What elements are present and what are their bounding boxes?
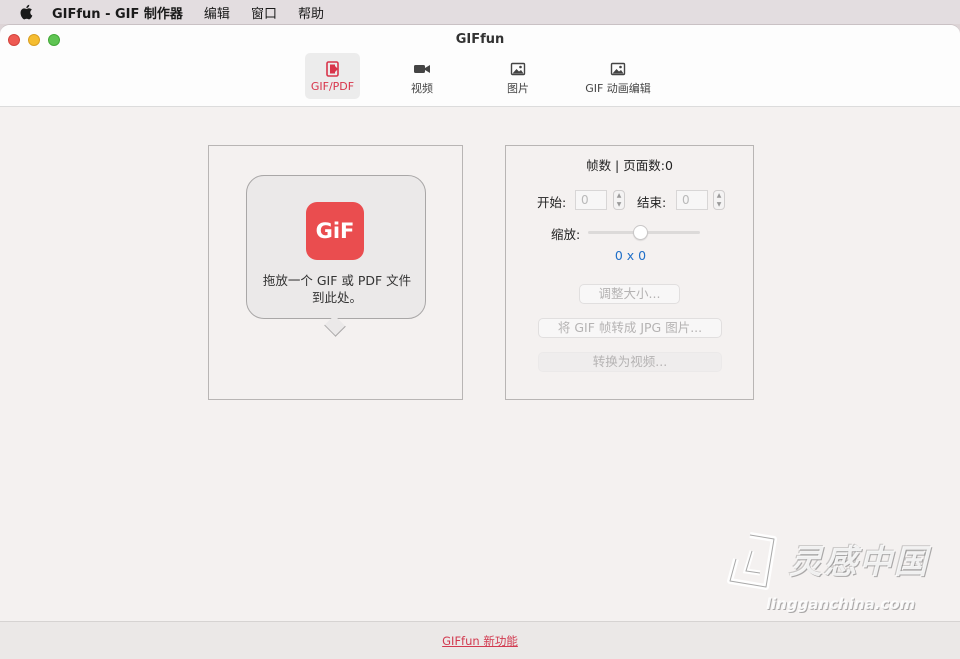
frame-page-count: 帧数 | 页面数:0 [586, 158, 673, 173]
title-bar: GIFfun GIF/PDF 视频 图片 GIF 动画编辑 [0, 25, 960, 107]
start-frame-stepper[interactable]: ▲ ▼ [613, 190, 625, 210]
chevron-down-icon[interactable]: ▼ [714, 200, 724, 209]
menu-window[interactable]: 窗口 [251, 3, 277, 22]
menu-bar: GIFfun - GIF 制作器 编辑 窗口 帮助 [0, 0, 960, 24]
chevron-up-icon[interactable]: ▲ [614, 191, 624, 200]
gif-logo-icon: GiF [306, 202, 364, 260]
start-frame-field[interactable]: 0 [575, 190, 607, 210]
tab-video[interactable]: 视频 [397, 53, 447, 99]
image-icon [510, 62, 526, 76]
scale-slider-thumb[interactable] [633, 225, 648, 240]
apple-menu-icon[interactable] [18, 3, 36, 21]
scale-label: 缩放: [551, 227, 581, 242]
menu-help[interactable]: 帮助 [298, 3, 324, 22]
bottom-bar: GIFfun 新功能 [0, 621, 960, 659]
tab-label: 图片 [507, 82, 529, 95]
tab-gif-pdf[interactable]: GIF/PDF [305, 53, 360, 99]
watermark-title: 灵感中国 [789, 542, 929, 581]
app-window: GIFfun GIF/PDF 视频 图片 GIF 动画编辑 GiF 拖放一个 G… [0, 24, 960, 659]
end-frame-field[interactable]: 0 [676, 190, 708, 210]
video-camera-icon [414, 65, 430, 73]
new-features-link[interactable]: GIFfun 新功能 [0, 633, 960, 649]
convert-to-jpg-button[interactable]: 将 GIF 帧转成 JPG 图片... [538, 318, 722, 338]
end-frame-stepper[interactable]: ▲ ▼ [713, 190, 725, 210]
window-title: GIFfun [455, 32, 505, 47]
menu-app-name[interactable]: GIFfun - GIF 制作器 [52, 3, 183, 22]
drop-zone[interactable]: GiF 拖放一个 GIF 或 PDF 文件到此处。 [208, 145, 463, 400]
chevron-down-icon[interactable]: ▼ [614, 200, 624, 209]
settings-panel: 帧数 | 页面数:0 开始: 0 ▲ ▼ 结束: 0 ▲ ▼ 缩放: 0 x 0… [505, 145, 754, 400]
watermark-url: lingganchina.com [766, 595, 916, 613]
tab-gif-animation-edit[interactable]: GIF 动画编辑 [578, 53, 658, 99]
output-size-readout: 0 x 0 [614, 248, 647, 263]
watermark-logo-icon [727, 532, 777, 590]
bubble-tail [324, 315, 346, 337]
image-icon [610, 62, 626, 76]
resize-button[interactable]: 调整大小... [579, 284, 680, 304]
chevron-up-icon[interactable]: ▲ [714, 191, 724, 200]
watermark: 灵感中国 lingganchina.com [722, 529, 947, 624]
end-label: 结束: [637, 195, 667, 210]
tab-image[interactable]: 图片 [493, 53, 543, 99]
start-label: 开始: [537, 195, 567, 210]
tab-label: 视频 [411, 82, 433, 95]
tab-label: GIF/PDF [310, 80, 355, 93]
convert-to-video-button[interactable]: 转换为视频... [538, 352, 722, 372]
drop-hint-bubble: GiF 拖放一个 GIF 或 PDF 文件到此处。 [246, 175, 426, 337]
menu-edit[interactable]: 编辑 [204, 3, 230, 22]
drop-hint-text: 拖放一个 GIF 或 PDF 文件到此处。 [262, 273, 412, 305]
gif-pdf-icon [325, 61, 339, 77]
tab-label: GIF 动画编辑 [585, 82, 651, 95]
